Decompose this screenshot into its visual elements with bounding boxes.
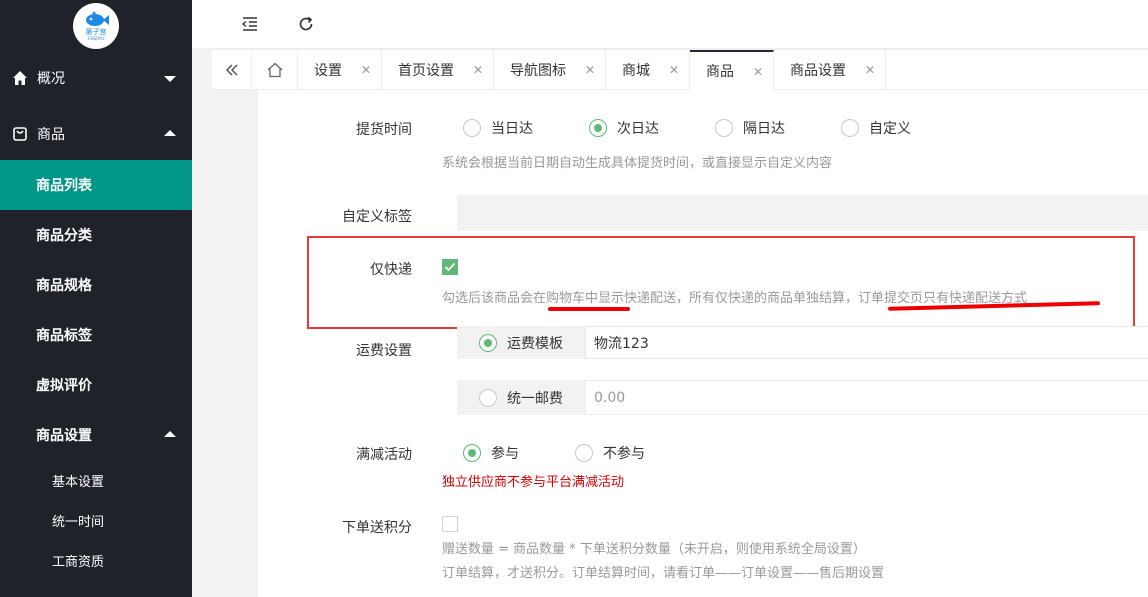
radio-flat-fee[interactable]: 统一邮费 [479,388,563,408]
radio-circle [479,334,497,352]
home-icon [12,70,28,86]
brand-logo[interactable]: 第子宫 CHIZIYU [73,3,119,49]
shipping-label: 运费设置 [356,343,412,359]
tabs-scroll-left-icon[interactable] [212,50,252,90]
tab-settings[interactable]: 设置 ✕ [298,50,382,90]
sidebar-item-business-license[interactable]: 工商资质 [0,540,192,580]
tab-home-settings[interactable]: 首页设置 ✕ [382,50,494,90]
tab-home[interactable] [252,50,298,90]
sidebar-item-goods-spec[interactable]: 商品规格 [0,260,192,310]
close-icon[interactable]: ✕ [865,63,875,77]
close-icon[interactable]: ✕ [669,63,679,77]
close-icon[interactable]: ✕ [585,63,595,77]
discount-label: 满减活动 [356,447,412,463]
custom-tag-label: 自定义标签 [342,209,412,225]
sidebar-item-overview[interactable]: 概况 [0,52,192,104]
check-icon [444,262,456,272]
sidebar-item-goods-tag[interactable]: 商品标签 [0,310,192,360]
caret-up-icon [164,130,176,136]
radio-label: 次日达 [617,121,659,137]
logo-text: 第子宫 [85,28,107,36]
flat-fee-input[interactable]: 0.00 [585,380,1148,415]
sidebar-item-goods-category[interactable]: 商品分类 [0,210,192,260]
points-hint-2: 订单结算，才送积分。订单结算时间，请看订单——订单设置——售后期设置 [442,566,885,581]
custom-tag-input[interactable] [457,195,1148,231]
sidebar-item-label: 概况 [37,71,65,87]
tab-nav-icons[interactable]: 导航图标 ✕ [494,50,606,90]
express-only-checkbox[interactable] [442,259,458,275]
discount-warning: 独立供应商不参与平台满减活动 [442,475,625,490]
tab-label: 导航图标 [510,63,566,79]
radio-circle [715,119,733,137]
points-label: 下单送积分 [342,520,412,536]
radio-day-after[interactable]: 隔日达 [715,118,785,138]
sidebar-item-label: 商品设置 [36,428,92,444]
sidebar-item-goods[interactable]: 商品 [0,108,192,160]
home-outline-icon [267,62,282,78]
sidebar-item-goods-list[interactable]: 商品列表 [0,160,192,210]
radio-circle [463,119,481,137]
radio-label: 参与 [491,446,519,462]
tab-label: 商品 [706,64,734,80]
close-icon[interactable]: ✕ [361,63,371,77]
annotation-underline [548,307,630,311]
points-checkbox[interactable] [442,516,458,532]
radio-circle [575,444,593,462]
bag-icon [12,126,28,142]
pickup-hint: 系统会根据当前日期自动生成具体提货时间，或直接显示自定义内容 [442,156,833,171]
radio-label: 当日达 [491,121,533,137]
radio-label: 不参与 [603,446,645,462]
tab-mall[interactable]: 商城 ✕ [606,50,690,90]
sidebar: 第子宫 CHIZIYU 概况 商品 商品列表 商品分类 商品规格 商品标签 虚拟… [0,0,192,597]
tab-label: 商城 [622,63,650,79]
shipping-template-select[interactable]: 物流123 [585,326,1148,359]
radio-label: 运费模板 [507,336,563,352]
tab-label: 首页设置 [398,63,454,79]
caret-up-icon [164,431,176,437]
caret-down-icon [164,76,176,82]
tab-label: 商品设置 [790,63,846,79]
radio-custom[interactable]: 自定义 [841,118,911,138]
close-icon[interactable]: ✕ [473,63,483,77]
express-only-label: 仅快递 [370,262,412,278]
radio-label: 统一邮费 [507,391,563,407]
radio-circle [589,119,607,137]
radio-label: 隔日达 [743,121,785,137]
radio-shipping-template[interactable]: 运费模板 [479,333,563,353]
tab-goods-settings[interactable]: 商品设置 ✕ [774,50,886,90]
radio-circle [841,119,859,137]
sidebar-item-basic-settings[interactable]: 基本设置 [0,460,192,500]
annotation-box [307,236,1135,329]
radio-circle [463,444,481,462]
sidebar-item-goods-settings[interactable]: 商品设置 [0,410,192,460]
sidebar-item-unified-time[interactable]: 统一时间 [0,500,192,540]
radio-same-day[interactable]: 当日达 [463,118,533,138]
radio-circle [479,389,497,407]
tab-label: 设置 [314,63,342,79]
points-hint-1: 赠送数量 = 商品数量 * 下单送积分数量（未开启，则使用系统全局设置） [442,542,866,557]
logo-subtext: CHIZIYU [87,36,105,41]
pickup-time-label: 提货时间 [356,122,412,138]
close-icon[interactable]: ✕ [753,65,763,79]
tabs-bar: 设置 ✕ 首页设置 ✕ 导航图标 ✕ 商城 ✕ 商品 ✕ 商品设置 ✕ [212,49,1148,90]
top-header [192,0,1148,49]
radio-participate[interactable]: 参与 [463,443,519,463]
radio-not-participate[interactable]: 不参与 [575,443,645,463]
radio-next-day[interactable]: 次日达 [589,118,659,138]
collapse-menu-icon[interactable] [240,14,260,34]
refresh-icon[interactable] [296,14,316,34]
tab-goods[interactable]: 商品 ✕ [690,50,774,90]
radio-label: 自定义 [869,121,911,137]
main-content: 提货时间 当日达 次日达 隔日达 自定义 系统会根据当前日期自动生成具体提货时间… [228,90,1148,597]
logo-area: 第子宫 CHIZIYU [0,0,192,52]
express-only-hint: 勾选后该商品会在购物车中显示快递配送，所有仅快递的商品单独结算，订单提交页只有快… [442,291,1028,306]
sidebar-item-virtual-review[interactable]: 虚拟评价 [0,360,192,410]
fish-logo-icon [86,11,109,26]
sidebar-item-label: 商品 [37,127,65,143]
